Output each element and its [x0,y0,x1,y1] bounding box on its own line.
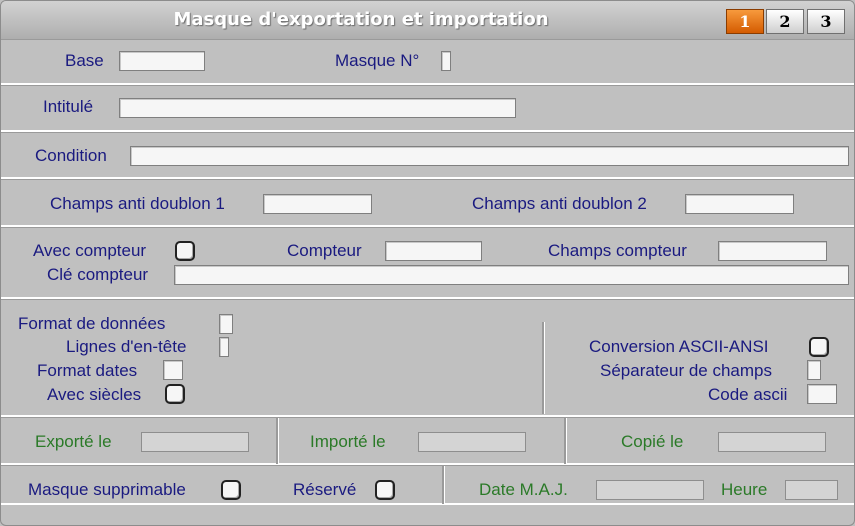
lignes-entete-label: Lignes d'en-tête [66,337,187,356]
section-intitule: Intitulé [1,85,854,132]
condition-input[interactable] [130,146,849,166]
dates-divider-1 [276,418,279,464]
code-ascii-input[interactable] [807,384,837,404]
section-format: Format de données Lignes d'en-tête Forma… [1,299,854,417]
format-dates-label: Format dates [37,361,138,380]
conversion-ascii-ansi-checkbox[interactable] [809,337,829,357]
title-bar: Masque d'exportation et importation 1 2 … [1,1,854,40]
footer-divider [442,466,445,504]
compteur-label: Compteur [287,241,362,260]
champs-compteur-input[interactable] [718,241,827,261]
avec-siecles-checkbox[interactable] [165,384,185,404]
masque-supprimable-checkbox[interactable] [221,480,241,500]
section-anti-doublon: Champs anti doublon 1 Champs anti doublo… [1,179,854,227]
intitule-input[interactable] [119,98,516,118]
conversion-ascii-ansi-label: Conversion ASCII-ANSI [589,337,769,356]
copie-le-field [718,432,826,452]
champs-compteur-label: Champs compteur [548,241,687,260]
copie-le-label: Copié le [621,432,684,451]
masque-supprimable-label: Masque supprimable [28,480,186,499]
section-compteur: Avec compteur Compteur Champs compteur C… [1,227,854,299]
separateur-champs-input[interactable] [807,360,821,380]
code-ascii-label: Code ascii [708,385,788,404]
cle-compteur-input[interactable] [174,265,849,285]
window-title: Masque d'exportation et importation [173,9,549,30]
separateur-champs-label: Séparateur de champs [600,361,772,380]
avec-siecles-label: Avec siècles [47,385,142,404]
masque-no-input[interactable] [441,51,451,71]
reserve-checkbox[interactable] [375,480,395,500]
champs-anti-doublon-1-input[interactable] [263,194,372,214]
exporte-le-field [141,432,249,452]
masque-no-label: Masque N° [335,51,420,70]
champs-anti-doublon-1-label: Champs anti doublon 1 [50,194,225,213]
section-base: Base Masque N° [1,39,854,85]
condition-label: Condition [35,146,107,165]
section-footer: Masque supprimable Réservé Date M.A.J. H… [1,465,854,505]
exporte-le-label: Exporté le [35,432,112,451]
tab-2[interactable]: 2 [766,9,804,34]
tab-3[interactable]: 3 [807,9,845,34]
champs-anti-doublon-2-input[interactable] [685,194,794,214]
tab-1[interactable]: 1 [726,9,764,34]
intitule-label: Intitulé [43,97,94,116]
cle-compteur-label: Clé compteur [47,265,149,284]
base-input[interactable] [119,51,205,71]
compteur-input[interactable] [385,241,482,261]
section-dates: Exporté le Importé le Copié le [1,417,854,465]
date-maj-field [596,480,704,500]
format-donnees-label: Format de données [18,314,166,333]
importe-le-label: Importé le [310,432,386,451]
heure-label: Heure [721,480,768,499]
avec-compteur-label: Avec compteur [33,241,147,260]
lignes-entete-input[interactable] [219,337,229,357]
format-dates-input[interactable] [163,360,183,380]
format-donnees-input[interactable] [219,314,233,334]
date-maj-label: Date M.A.J. [479,480,568,499]
export-import-mask-window: Masque d'exportation et importation 1 2 … [0,0,855,526]
champs-anti-doublon-2-label: Champs anti doublon 2 [472,194,647,213]
dates-divider-2 [564,418,567,464]
section-condition: Condition [1,132,854,179]
base-label: Base [65,51,104,70]
avec-compteur-checkbox[interactable] [175,241,195,261]
importe-le-field [418,432,526,452]
heure-field [785,480,838,500]
format-divider [542,322,545,414]
reserve-label: Réservé [293,480,357,499]
